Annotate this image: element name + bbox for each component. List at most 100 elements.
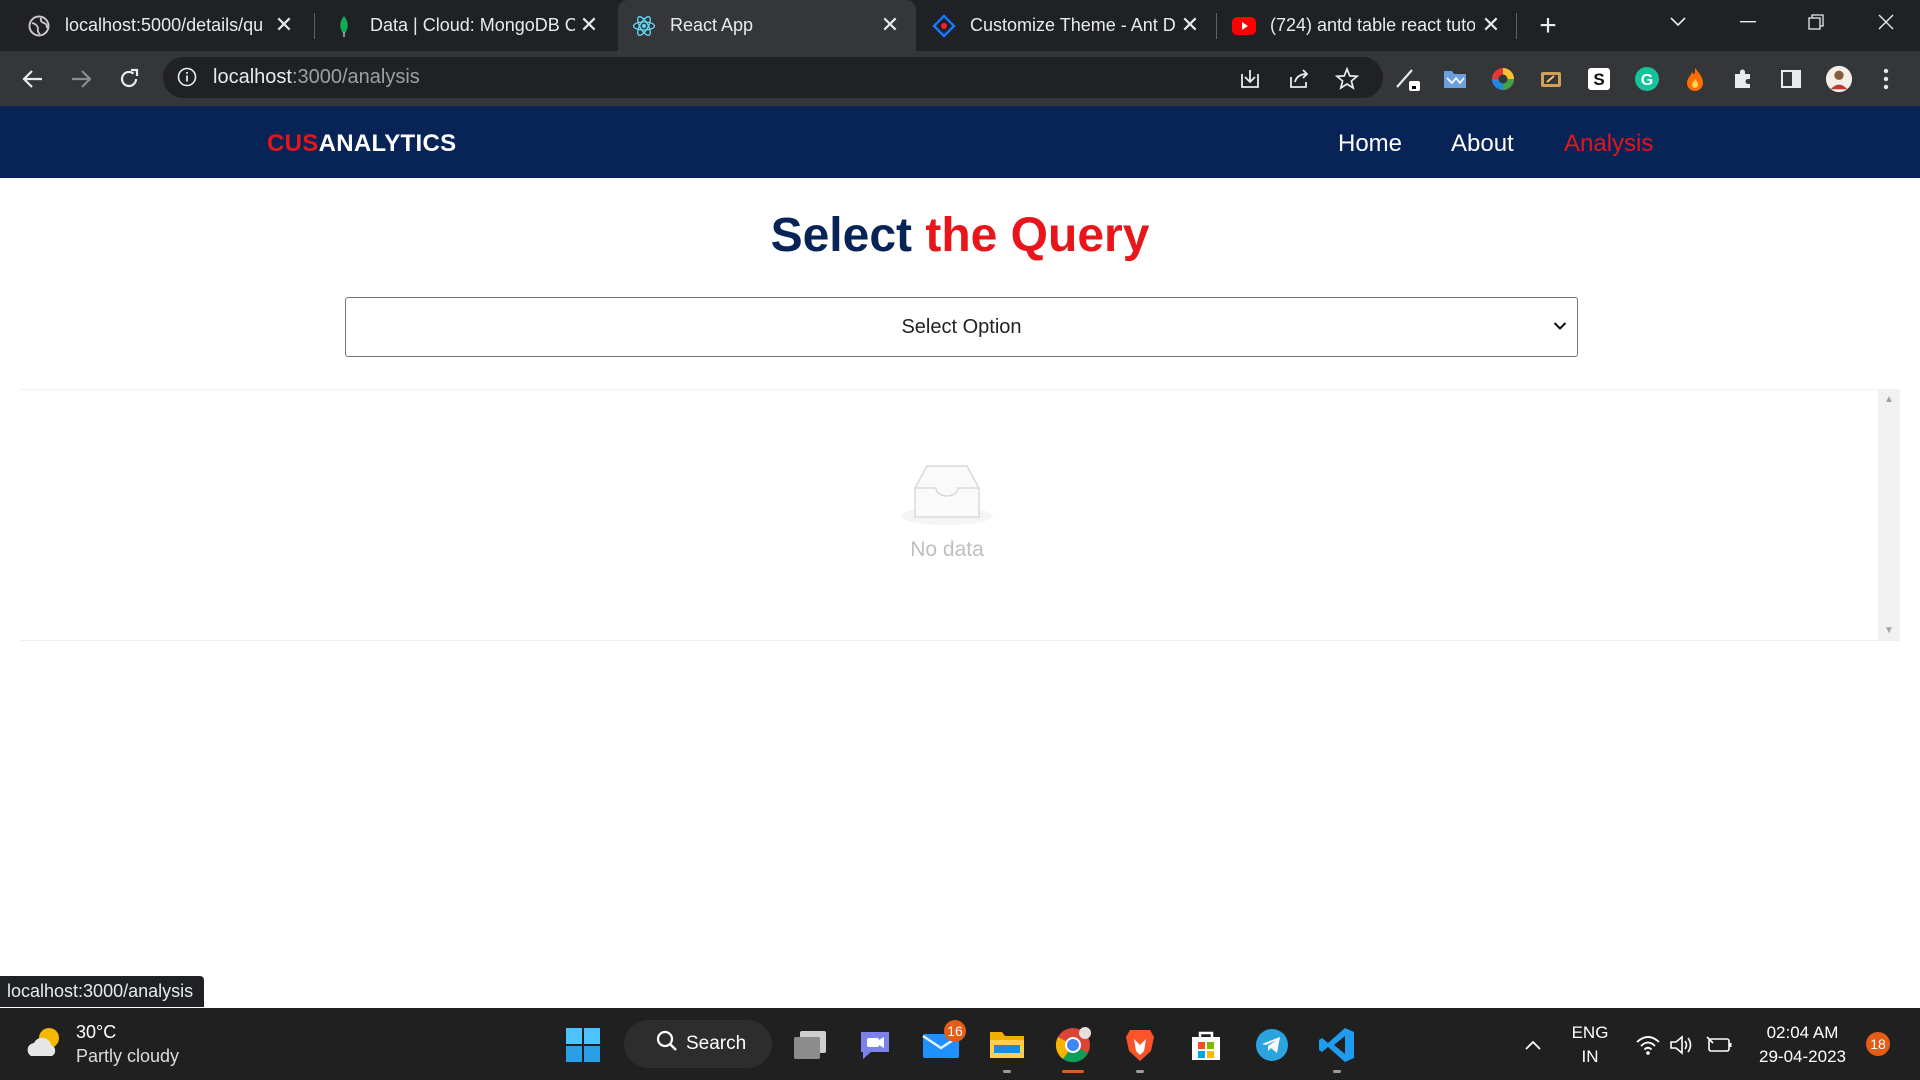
clock-date: 29-04-2023 <box>1759 1047 1846 1066</box>
tab-title: Customize Theme - Ant D <box>970 15 1175 35</box>
app-navbar: CUSANALYTICS Home About Analysis <box>0 106 1920 178</box>
close-icon[interactable]: ✕ <box>272 12 296 37</box>
query-select[interactable]: Select Option <box>345 297 1578 357</box>
windows-taskbar: 30°C Partly cloudy Search 16 ENG IN 02:0… <box>0 1008 1920 1080</box>
minimize-button[interactable] <box>1718 0 1778 44</box>
browser-tab[interactable]: Customize Theme - Ant D ✕ <box>916 0 1216 51</box>
status-bar-url: localhost:3000/analysis <box>0 976 205 1007</box>
browser-tab-active[interactable]: React App ✕ <box>618 0 916 51</box>
clipboard-extension-icon[interactable] <box>1537 65 1565 93</box>
browser-toolbar: localhost:3000/analysis S G <box>0 51 1920 106</box>
running-indicator <box>1333 1070 1341 1073</box>
running-indicator <box>1003 1070 1011 1073</box>
microsoft-store-icon[interactable] <box>1185 1024 1227 1066</box>
extensions-puzzle-icon[interactable] <box>1729 65 1757 93</box>
chrome-icon[interactable] <box>1052 1024 1094 1066</box>
browser-tab-bar: localhost:5000/details/qu ✕ Data | Cloud… <box>0 0 1920 51</box>
brand-logo[interactable]: CUSANALYTICS <box>267 130 456 158</box>
s-extension-icon[interactable]: S <box>1585 65 1613 93</box>
brand-accent: CUS <box>267 130 319 157</box>
address-bar[interactable]: localhost:3000/analysis <box>163 57 1383 98</box>
browser-menu-icon[interactable] <box>1872 65 1900 93</box>
forward-button[interactable] <box>65 63 97 95</box>
title-part-red: the Query <box>925 209 1150 262</box>
nav-link-analysis[interactable]: Analysis <box>1564 130 1653 158</box>
close-icon[interactable]: ✕ <box>1178 12 1202 37</box>
empty-inbox-icon <box>898 460 996 531</box>
title-part-dark: Select <box>770 209 926 262</box>
taskbar-search-label: Search <box>686 1033 747 1054</box>
browser-tab[interactable]: (724) antd table react tuto ✕ <box>1217 0 1517 51</box>
youtube-icon <box>1232 14 1256 38</box>
globe-icon <box>27 14 51 38</box>
page-title: Select the Query <box>0 208 1920 263</box>
close-window-button[interactable] <box>1856 0 1916 44</box>
bookmark-star-icon[interactable] <box>1333 65 1361 93</box>
vscode-icon[interactable] <box>1316 1024 1358 1066</box>
address-url: localhost:3000/analysis <box>213 66 420 89</box>
task-view-icon[interactable] <box>789 1024 831 1066</box>
color-picker-extension-icon[interactable] <box>1489 65 1517 93</box>
tab-title: Data | Cloud: MongoDB C <box>370 15 575 35</box>
close-icon[interactable]: ✕ <box>1479 12 1503 37</box>
ant-design-icon <box>932 13 956 38</box>
react-icon <box>632 14 656 38</box>
search-icon <box>656 1030 678 1058</box>
scroll-down-icon[interactable]: ▼ <box>1878 625 1900 636</box>
grammarly-icon[interactable]: G <box>1633 65 1661 93</box>
nav-link-about[interactable]: About <box>1451 130 1514 158</box>
profile-avatar[interactable] <box>1825 65 1853 93</box>
results-table: No data ▲ ▼ <box>20 389 1900 641</box>
close-icon[interactable]: ✕ <box>577 12 601 37</box>
volume-icon[interactable] <box>1661 1024 1703 1066</box>
select-value: Select Option <box>901 316 1022 338</box>
weather-description: Partly cloudy <box>76 1046 180 1066</box>
chevron-down-icon <box>1553 318 1567 336</box>
share-icon[interactable] <box>1285 65 1313 93</box>
new-tab-button[interactable]: + <box>1532 9 1564 42</box>
notification-badge[interactable]: 18 <box>1866 1032 1890 1056</box>
close-icon[interactable]: ✕ <box>878 12 902 37</box>
browser-tab[interactable]: localhost:5000/details/qu ✕ <box>0 0 310 51</box>
tab-title: (724) antd table react tuto <box>1270 15 1475 35</box>
mongodb-leaf-icon <box>332 14 356 38</box>
running-indicator <box>1136 1070 1144 1073</box>
site-info-icon[interactable] <box>177 67 197 92</box>
pen-extension-icon[interactable] <box>1394 65 1422 93</box>
telegram-icon[interactable] <box>1251 1024 1293 1066</box>
reload-button[interactable] <box>113 63 145 95</box>
windows-start-icon[interactable] <box>562 1024 604 1066</box>
teams-chat-icon[interactable] <box>854 1024 896 1066</box>
active-indicator <box>1062 1070 1084 1073</box>
weather-partly-cloudy-icon[interactable] <box>24 1022 66 1064</box>
clock-time[interactable]: 02:04 AM <box>1745 1023 1860 1043</box>
brand-rest: ANALYTICS <box>318 130 457 157</box>
tab-search-chevron-icon[interactable] <box>1648 0 1708 44</box>
mail-badge: 16 <box>944 1020 966 1042</box>
svg-text:S: S <box>1593 70 1604 89</box>
language-region: IN <box>1581 1047 1599 1066</box>
url-host: localhost <box>213 66 292 88</box>
tab-title: localhost:5000/details/qu <box>65 15 264 35</box>
browser-tab[interactable]: Data | Cloud: MongoDB C ✕ <box>315 0 615 51</box>
nav-link-home[interactable]: Home <box>1338 130 1402 158</box>
empty-text: No data <box>910 538 984 561</box>
tab-title: React App <box>670 15 754 35</box>
restore-button[interactable] <box>1786 0 1846 44</box>
url-path: :3000/analysis <box>291 66 420 88</box>
taskbar-search[interactable]: Search <box>624 1020 772 1068</box>
file-explorer-icon[interactable] <box>986 1024 1028 1066</box>
language-code[interactable]: ENG <box>1568 1023 1612 1043</box>
back-button[interactable] <box>17 63 49 95</box>
table-scrollbar[interactable]: ▲ ▼ <box>1878 390 1900 640</box>
brave-icon[interactable] <box>1119 1024 1161 1066</box>
install-app-icon[interactable] <box>1236 65 1264 93</box>
side-panel-icon[interactable] <box>1777 65 1805 93</box>
fire-extension-icon[interactable] <box>1681 65 1709 93</box>
scroll-up-icon[interactable]: ▲ <box>1878 394 1900 405</box>
folder-extension-icon[interactable] <box>1441 65 1469 93</box>
battery-charging-icon[interactable] <box>1698 1024 1740 1066</box>
chevron-up-icon[interactable] <box>1512 1024 1554 1066</box>
weather-temperature: 30°C <box>76 1022 117 1042</box>
tab-separator <box>1516 13 1517 39</box>
